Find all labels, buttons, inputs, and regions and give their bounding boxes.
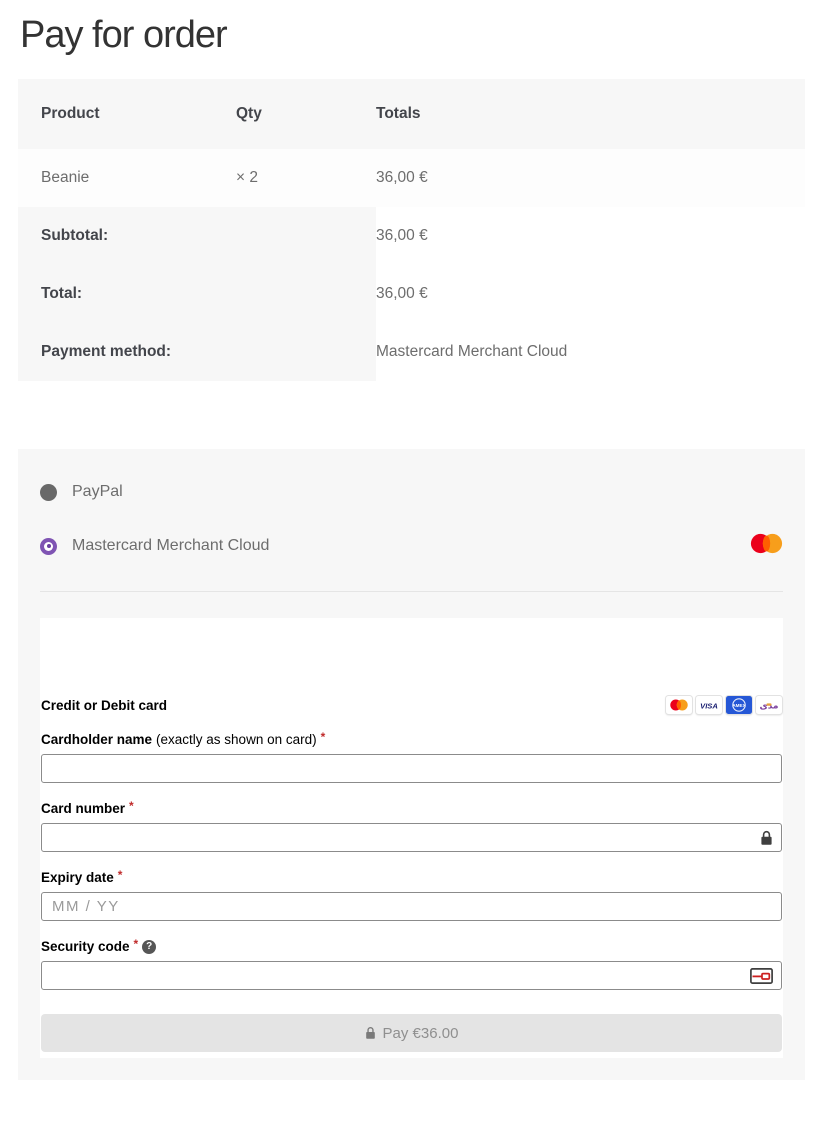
subtotal-label: Subtotal:: [18, 207, 376, 265]
payment-method-row: Payment method: Mastercard Merchant Clou…: [18, 323, 805, 381]
expiry-date-field: Expiry date *: [41, 870, 782, 921]
mastercard-radio-selected[interactable]: [40, 538, 57, 555]
amex-icon: AMEX: [726, 696, 752, 714]
mada-icon: مدى: [756, 696, 782, 714]
payment-method-paypal[interactable]: PayPal: [40, 467, 783, 517]
total-value: 36,00 €: [376, 265, 805, 323]
help-icon[interactable]: ?: [142, 940, 156, 954]
total-row: Total: 36,00 €: [18, 265, 805, 323]
card-form-header: Credit or Debit card VISA: [41, 696, 782, 714]
cardholder-name-field: Cardholder name (exactly as shown on car…: [41, 732, 782, 783]
payment-method-label: Payment method:: [18, 323, 376, 381]
lock-icon: [760, 830, 773, 846]
mastercard-label: Mastercard Merchant Cloud: [72, 537, 269, 555]
column-header-qty: Qty: [236, 79, 376, 149]
mastercard-small-icon: [666, 696, 692, 714]
total-label: Total:: [18, 265, 376, 323]
expiry-date-label: Expiry date *: [41, 870, 782, 885]
order-item-row: Beanie × 2 36,00 €: [18, 149, 805, 207]
required-asterisk: *: [321, 730, 326, 744]
pay-button[interactable]: Pay €36.00: [41, 1014, 782, 1052]
order-item-qty: × 2: [236, 149, 376, 207]
column-header-totals: Totals: [376, 79, 805, 149]
visa-icon: VISA: [696, 696, 722, 714]
card-form-title: Credit or Debit card: [41, 698, 167, 713]
svg-text:مدى: مدى: [759, 702, 778, 712]
order-item-name: Beanie: [18, 149, 236, 207]
mastercard-logo-icon: [750, 533, 783, 559]
paypal-radio[interactable]: [40, 484, 57, 501]
svg-text:VISA: VISA: [700, 701, 718, 710]
svg-text:AMEX: AMEX: [732, 703, 746, 708]
security-code-field: Security code * ?: [41, 939, 782, 990]
payment-method-list: PayPal Mastercard Merchant Cloud: [40, 449, 783, 592]
payment-method-mastercard[interactable]: Mastercard Merchant Cloud: [40, 517, 783, 575]
required-asterisk: *: [118, 868, 123, 882]
paypal-label: PayPal: [72, 483, 123, 501]
security-code-label: Security code * ?: [41, 939, 782, 954]
order-item-total: 36,00 €: [376, 149, 805, 207]
required-asterisk: *: [129, 799, 134, 813]
order-review-table: Product Qty Totals Beanie × 2 36,00 € Su…: [18, 79, 805, 381]
payment-method-value: Mastercard Merchant Cloud: [376, 323, 805, 381]
card-number-input[interactable]: [41, 823, 782, 852]
cvc-card-icon: [750, 968, 773, 984]
cardholder-name-label: Cardholder name (exactly as shown on car…: [41, 732, 782, 747]
payment-section: PayPal Mastercard Merchant Cloud: [18, 449, 805, 1080]
page-container: Pay for order Product Qty Totals Beanie …: [0, 14, 823, 1080]
column-header-product: Product: [18, 79, 236, 149]
card-number-label: Card number *: [41, 801, 782, 816]
page-title: Pay for order: [20, 14, 805, 57]
card-number-field: Card number *: [41, 801, 782, 852]
cardholder-name-input[interactable]: [41, 754, 782, 783]
order-table-header-row: Product Qty Totals: [18, 79, 805, 149]
pay-button-label: Pay €36.00: [383, 1025, 459, 1042]
required-asterisk: *: [134, 937, 139, 951]
subtotal-value: 36,00 €: [376, 207, 805, 265]
accepted-card-icons: VISA AMEX مدى: [666, 696, 782, 714]
expiry-date-input[interactable]: [41, 892, 782, 921]
subtotal-row: Subtotal: 36,00 €: [18, 207, 805, 265]
card-payment-box: Credit or Debit card VISA: [40, 618, 783, 1058]
pay-button-lock-icon: [365, 1026, 376, 1040]
security-code-input[interactable]: [41, 961, 782, 990]
